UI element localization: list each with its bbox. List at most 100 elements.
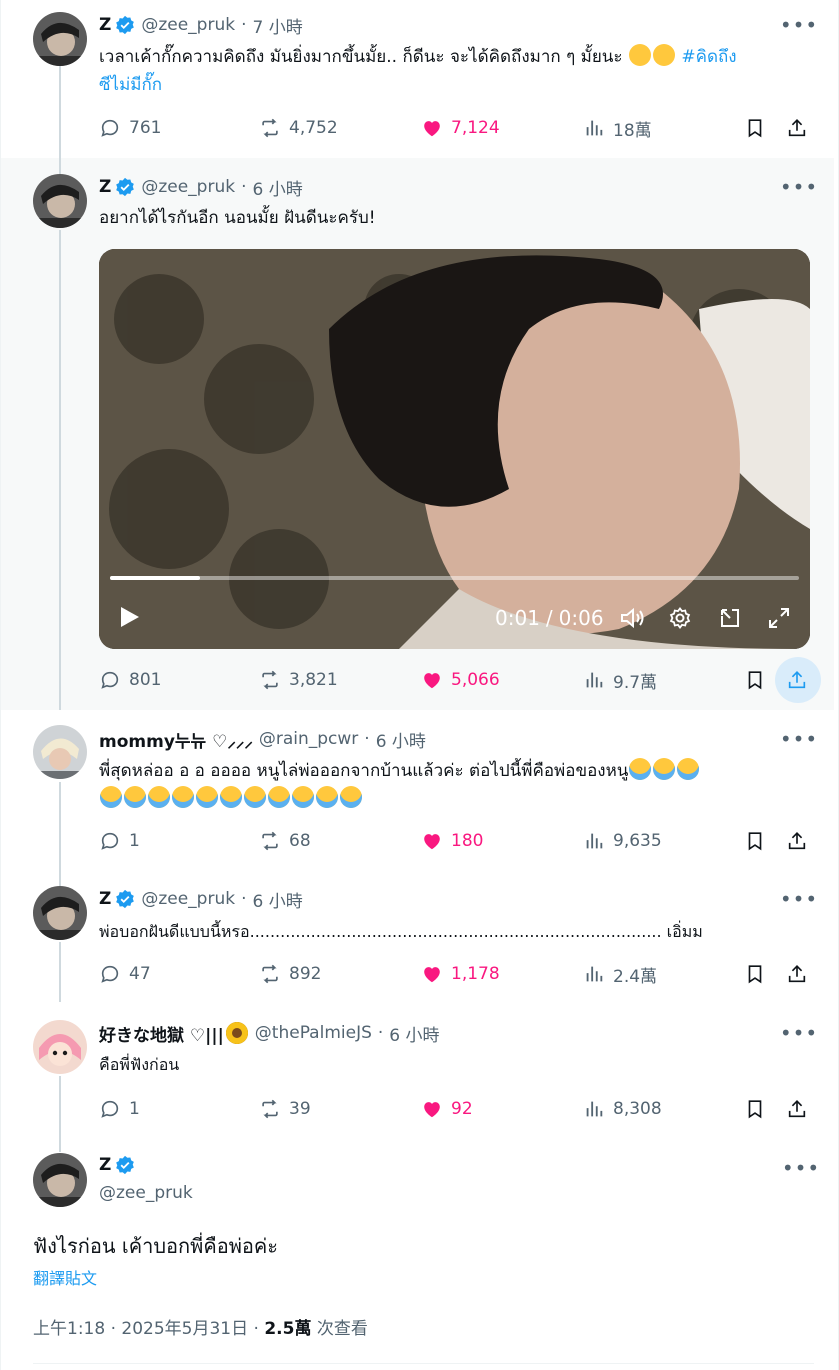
verified-badge-icon[interactable] [115,15,135,35]
reply-button[interactable]: 1 [99,826,140,856]
meta-separator: · [241,177,247,197]
views-button[interactable]: 9,635 [583,826,662,856]
like-button[interactable]: 92 [421,1094,473,1124]
handle[interactable]: @rain_pcwr [259,729,358,749]
repost-button[interactable]: 4,752 [259,113,338,143]
focused-display-name[interactable]: Z [99,1155,135,1175]
loudly-crying-face-emoji [244,786,266,808]
more-options-icon[interactable]: ••• [782,1155,819,1181]
tweet-text-content: เวลาเค้ากั๊กความคิดถึง มันยิ่งมากขึ้นมั้… [99,47,623,67]
settings-button[interactable] [668,606,692,630]
tweet[interactable]: 好きな地獄 ♡||| @thePalmieJS · 6 小時 ••• คือพี… [1,1002,834,1140]
post-date[interactable]: 2025年5月31日 [121,1319,248,1339]
display-name[interactable]: mommy누뉴 ♡⸝⸝⸝ [99,727,253,752]
bookmark-button[interactable] [744,113,766,143]
avatar[interactable] [33,174,87,228]
verified-badge-icon[interactable] [115,177,135,197]
share-button[interactable] [786,826,808,856]
verified-badge-icon[interactable] [115,1155,135,1175]
bookmark-button[interactable] [744,826,766,856]
volume-button[interactable] [619,606,645,630]
repost-button[interactable]: 892 [259,959,321,989]
like-button[interactable]: 5,066 [421,665,500,695]
reply-button[interactable]: 1 [99,1094,140,1124]
like-button[interactable]: 180 [421,826,483,856]
more-options-icon[interactable]: ••• [780,1020,817,1046]
loudly-crying-face-emoji [172,786,194,808]
avatar[interactable] [33,1153,87,1207]
view-count: 2.4萬 [613,966,658,987]
video-player[interactable]: 0:01 / 0:06 [99,249,810,649]
handle[interactable]: @zee_pruk [141,889,235,909]
like-button[interactable]: 7,124 [421,113,500,143]
tweet[interactable]: Z @zee_pruk · 6 小時 ••• พ่อบอกฝันดีแบบนี้… [1,868,834,1002]
bookmark-button[interactable] [744,665,766,695]
display-name[interactable]: 好きな地獄 ♡||| [99,1021,224,1046]
post-time[interactable]: 6 小時 [252,175,302,200]
views-button[interactable]: 2.4萬 [583,959,657,989]
repost-button[interactable]: 39 [259,1094,311,1124]
tweet-actions: 1 39 92 8,308 [99,1094,812,1124]
display-name[interactable]: Z [99,889,111,909]
handle[interactable]: @thePalmieJS [255,1023,372,1043]
video-progress-bar[interactable] [110,576,799,580]
repost-icon [262,831,278,851]
handle[interactable]: @zee_pruk [99,1183,193,1203]
loudly-crying-face-emoji [292,786,314,808]
reply-button[interactable]: 801 [99,665,161,695]
hashtag-link[interactable]: #คิดถึง [681,47,736,67]
play-button[interactable] [119,605,141,629]
picture-in-picture-button[interactable] [718,606,742,630]
share-button[interactable] [786,113,808,143]
bookmark-button[interactable] [744,959,766,989]
like-count: 1,178 [451,964,500,984]
loudly-crying-face-emoji [653,758,676,780]
fullscreen-button[interactable] [767,606,791,630]
reply-icon [101,1100,119,1118]
translate-post-link[interactable]: 翻譯貼文 [33,1265,97,1289]
post-time[interactable]: 上午1:18 [33,1319,105,1339]
verified-badge-icon[interactable] [115,889,135,909]
more-options-icon[interactable]: ••• [780,726,817,752]
hashtag-link-continued[interactable]: ซีไม่มีกั๊ก [99,75,162,95]
avatar[interactable] [33,12,87,66]
like-button[interactable]: 1,178 [421,959,500,989]
share-button[interactable] [786,665,808,695]
views-button[interactable]: 8,308 [583,1094,662,1124]
display-name[interactable]: Z [99,177,111,197]
views-button[interactable]: 9.7萬 [583,665,657,695]
tweet-actions: 801 3,821 5,066 9.7萬 [99,665,816,695]
tweet[interactable]: mommy누뉴 ♡⸝⸝⸝ @rain_pcwr · 6 小時 ••• พี่สุ… [1,710,834,868]
display-name[interactable]: Z [99,15,111,35]
handle[interactable]: @zee_pruk [141,177,235,197]
post-time[interactable]: 6 小時 [376,727,426,752]
avatar[interactable] [33,1020,87,1074]
share-icon [788,965,806,983]
bookmark-button[interactable] [744,1094,766,1124]
tweet-actions: 1 68 180 9,635 [99,826,812,856]
loudly-crying-face-emoji [268,786,290,808]
post-time[interactable]: 6 小時 [252,887,302,912]
repost-button[interactable]: 3,821 [259,665,338,695]
more-options-icon[interactable]: ••• [780,886,817,912]
more-options-icon[interactable]: ••• [780,12,817,38]
reply-button[interactable]: 761 [99,113,161,143]
post-time[interactable]: 7 小時 [252,13,302,38]
views-chart-icon [586,120,603,136]
repost-count: 4,752 [289,118,338,138]
tweet[interactable]: Z @zee_pruk · 7 小時 ••• เวลาเค้ากั๊กความค… [1,0,834,158]
handle[interactable]: @zee_pruk [141,15,235,35]
more-options-icon[interactable]: ••• [780,174,817,200]
thread-line [59,942,61,1002]
repost-button[interactable]: 68 [259,826,311,856]
reply-button[interactable]: 47 [99,959,151,989]
post-time[interactable]: 6 小時 [389,1021,439,1046]
views-button[interactable]: 18萬 [583,113,652,143]
display-name[interactable]: Z [99,1155,111,1175]
avatar[interactable] [33,886,87,940]
reply-count: 1 [129,1099,140,1119]
avatar[interactable] [33,725,87,779]
share-button[interactable] [786,1094,808,1124]
tweet-actions: 761 4,752 7,124 18萬 [99,113,812,143]
share-button[interactable] [786,959,808,989]
